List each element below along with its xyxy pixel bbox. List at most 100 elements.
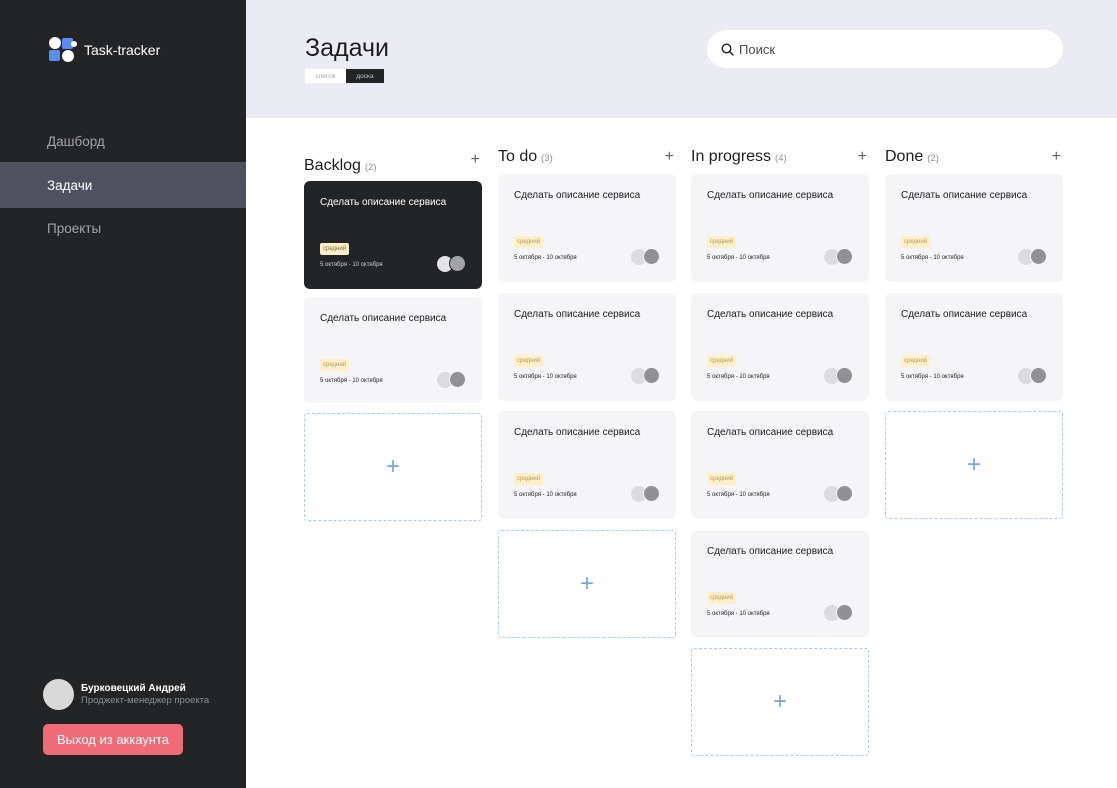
add-task-button[interactable]: + — [858, 148, 867, 166]
column-todo: To do (3) + Сделать описание сервиса сре… — [498, 148, 676, 638]
task-title: Сделать описание сервиса — [514, 190, 641, 201]
view-list-button[interactable]: список — [305, 69, 346, 83]
nav-item-projects[interactable]: Проекты — [0, 208, 246, 249]
add-card-button[interactable]: + — [885, 411, 1063, 519]
task-card[interactable]: Сделать описание сервиса средний 5 октяб… — [304, 181, 482, 289]
column-backlog: Backlog (2) + Сделать описание сервиса с… — [304, 151, 482, 521]
task-dates: 5 октября - 10 октября — [514, 255, 577, 261]
task-card[interactable]: Сделать описание сервиса средний 5 октяб… — [498, 293, 676, 401]
task-card[interactable]: Сделать описание сервиса средний 5 октяб… — [691, 411, 869, 519]
brand[interactable]: Task-tracker — [46, 36, 160, 64]
add-task-button[interactable]: + — [665, 148, 674, 166]
column-header: In progress (4) + — [691, 148, 869, 172]
task-title: Сделать описание сервиса — [901, 309, 1028, 320]
add-task-button[interactable]: + — [471, 151, 480, 169]
avatar — [449, 255, 466, 272]
priority-badge: средний — [707, 473, 737, 485]
column-count: (2) — [927, 153, 939, 164]
column-done: Done (2) + Сделать описание сервиса сред… — [885, 148, 1063, 519]
task-dates: 5 октября - 10 октября — [707, 492, 770, 498]
task-card[interactable]: Сделать описание сервиса средний 5 октяб… — [498, 174, 676, 282]
user-profile[interactable]: Бурковецкий Андрей Проджект-менеджер про… — [43, 679, 209, 710]
task-card[interactable]: Сделать описание сервиса средний 5 октяб… — [691, 174, 869, 282]
priority-badge: средний — [514, 473, 544, 485]
task-dates: 5 октября - 10 октября — [901, 255, 964, 261]
task-card[interactable]: Сделать описание сервиса средний 5 октяб… — [885, 174, 1063, 282]
main-nav: Дашборд Задачи Проекты — [0, 121, 246, 249]
user-name: Бурковецкий Андрей — [81, 683, 186, 694]
nav-item-label: Дашборд — [47, 134, 105, 149]
search-icon — [721, 42, 734, 56]
assignee-avatars — [1018, 367, 1047, 385]
priority-badge: средний — [901, 355, 931, 367]
column-in-progress: In progress (4) + Сделать описание серви… — [691, 148, 869, 756]
column-title: To do — [498, 148, 538, 165]
avatar — [643, 248, 660, 265]
avatar — [643, 485, 660, 502]
plus-icon: + — [385, 453, 400, 480]
nav-item-tasks[interactable]: Задачи — [0, 162, 246, 208]
user-role: Проджект-менеджер проекта — [81, 695, 210, 706]
assignee-avatars — [824, 485, 853, 503]
view-toggle: список доска — [305, 69, 384, 83]
nav-item-label: Задачи — [47, 177, 93, 193]
task-dates: 5 октября - 10 октября — [901, 374, 964, 380]
sidebar: Task-tracker Дашборд Задачи Проекты Бурк… — [0, 0, 246, 788]
assignee-avatars — [437, 371, 466, 389]
plus-icon: + — [579, 570, 594, 597]
avatar — [1030, 367, 1047, 384]
column-header: To do (3) + — [498, 148, 676, 172]
task-title: Сделать описание сервиса — [320, 197, 447, 208]
avatar — [643, 367, 660, 384]
app-logo-icon — [49, 37, 77, 62]
avatar — [836, 485, 853, 502]
task-title: Сделать описание сервиса — [707, 309, 834, 320]
column-title: Done — [885, 148, 924, 165]
task-card[interactable]: Сделать описание сервиса средний 5 октяб… — [885, 293, 1063, 401]
priority-badge: средний — [320, 243, 350, 255]
nav-item-dashboard[interactable]: Дашборд — [0, 121, 246, 162]
task-title: Сделать описание сервиса — [514, 427, 641, 438]
assignee-avatars — [824, 604, 853, 622]
page-header: Задачи список доска — [246, 0, 1117, 118]
search-box — [707, 30, 1063, 68]
priority-badge: средний — [707, 355, 737, 367]
column-count: (4) — [775, 153, 787, 164]
avatar — [836, 248, 853, 265]
plus-icon: + — [966, 451, 981, 478]
priority-badge: средний — [514, 236, 544, 248]
avatar — [836, 604, 853, 621]
task-dates: 5 октября - 10 октября — [707, 611, 770, 617]
add-task-button[interactable]: + — [1052, 148, 1061, 166]
assignee-avatars — [437, 255, 466, 273]
column-title: Backlog — [304, 157, 361, 174]
assignee-avatars — [631, 248, 660, 266]
task-card[interactable]: Сделать описание сервиса средний 5 октяб… — [304, 297, 482, 403]
avatar — [1030, 248, 1047, 265]
priority-badge: средний — [707, 592, 737, 604]
avatar — [43, 679, 74, 710]
column-header: Done (2) + — [885, 148, 1063, 172]
add-card-button[interactable]: + — [691, 648, 869, 756]
add-card-button[interactable]: + — [498, 530, 676, 638]
priority-badge: средний — [707, 236, 737, 248]
task-card[interactable]: Сделать описание сервиса средний 5 октяб… — [498, 411, 676, 519]
avatar — [836, 367, 853, 384]
column-header: Backlog (2) + — [304, 151, 482, 181]
plus-icon: + — [772, 688, 787, 715]
avatar — [449, 371, 466, 388]
task-card[interactable]: Сделать описание сервиса средний 5 октяб… — [691, 530, 869, 638]
assignee-avatars — [1018, 248, 1047, 266]
nav-item-label: Проекты — [47, 221, 102, 236]
search-input[interactable] — [739, 41, 1039, 57]
column-count: (3) — [541, 153, 553, 164]
assignee-avatars — [824, 367, 853, 385]
page-title: Задачи — [305, 34, 389, 62]
task-title: Сделать описание сервиса — [707, 427, 834, 438]
task-card[interactable]: Сделать описание сервиса средний 5 октяб… — [691, 293, 869, 401]
logout-button[interactable]: Выход из аккаунта — [43, 724, 183, 755]
task-dates: 5 октября - 10 октября — [707, 255, 770, 261]
view-board-button[interactable]: доска — [346, 69, 384, 83]
add-card-button[interactable]: + — [304, 413, 482, 521]
column-count: (2) — [364, 162, 377, 173]
